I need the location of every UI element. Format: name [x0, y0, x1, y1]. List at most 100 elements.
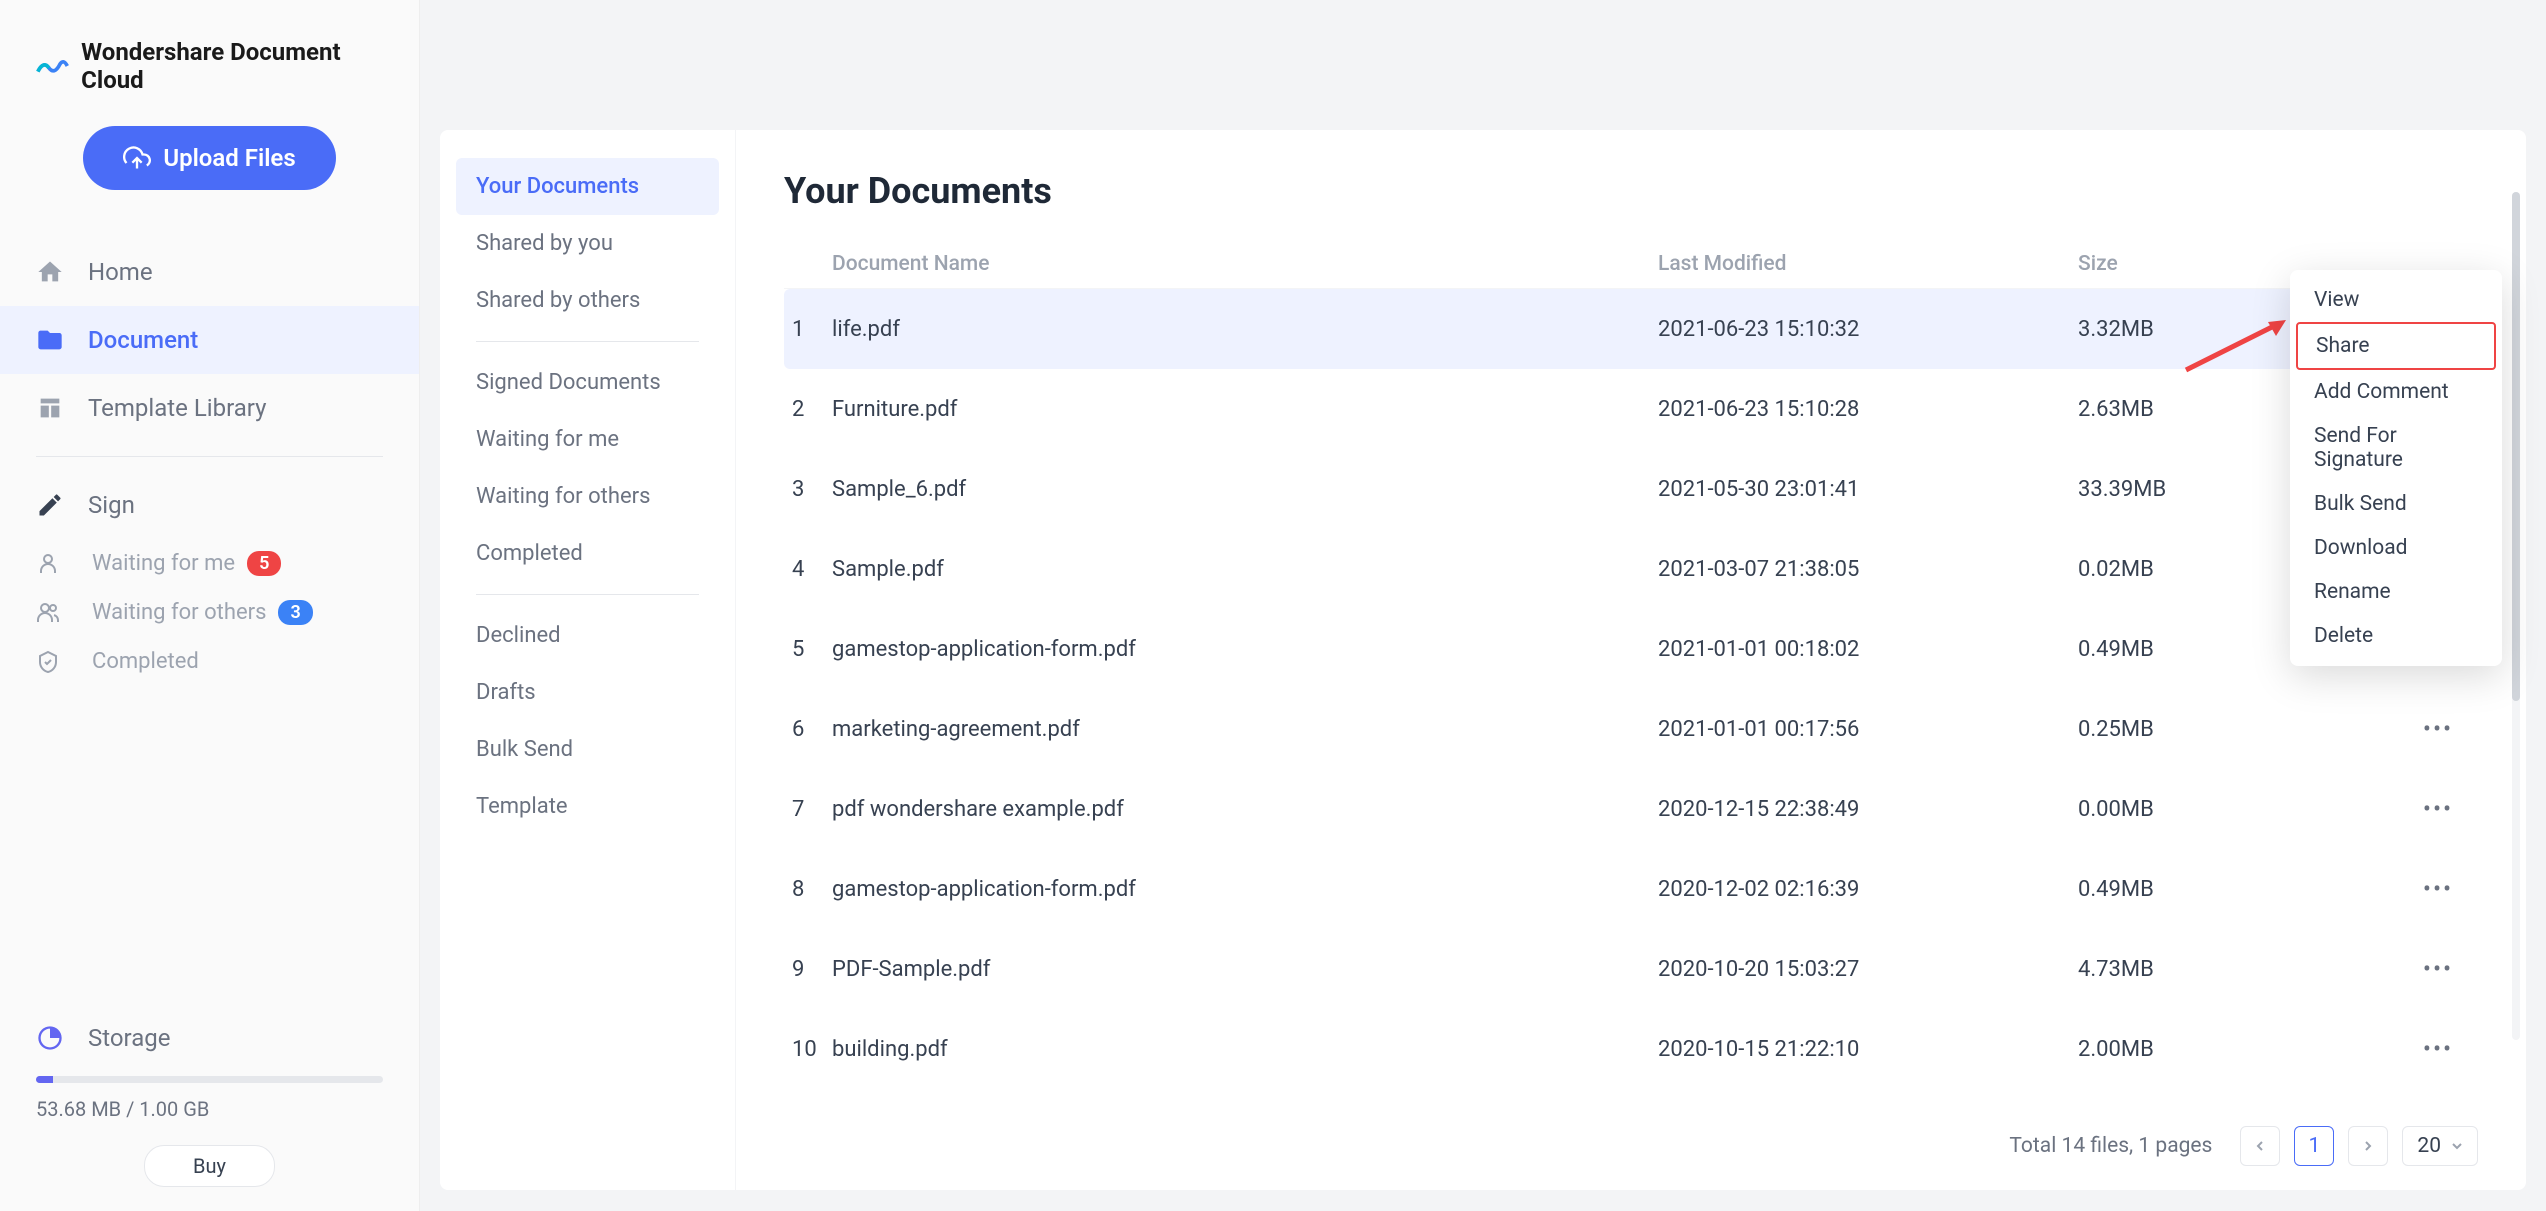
row-index: 4	[784, 557, 832, 582]
row-modified: 2020-10-20 15:03:27	[1658, 957, 2078, 982]
sec-signed-documents[interactable]: Signed Documents	[456, 354, 719, 411]
sec-your-documents[interactable]: Your Documents	[456, 158, 719, 215]
row-index: 1	[784, 317, 832, 342]
table-row[interactable]: 5gamestop-application-form.pdf2021-01-01…	[784, 609, 2478, 689]
row-name: pdf wondershare example.pdf	[832, 797, 1658, 822]
table-header: Document Name Last Modified Size	[784, 240, 2478, 289]
nav-document[interactable]: Document	[0, 306, 419, 374]
chevron-right-icon	[2362, 1140, 2374, 1152]
scrollbar-thumb[interactable]	[2512, 192, 2520, 701]
col-document-name[interactable]: Document Name	[832, 252, 1658, 276]
sec-completed[interactable]: Completed	[456, 525, 719, 582]
nav-home[interactable]: Home	[0, 238, 419, 306]
nav-template-library[interactable]: Template Library	[0, 374, 419, 442]
row-size: 2.00MB	[2078, 1037, 2398, 1062]
row-modified: 2020-12-02 02:16:39	[1658, 877, 2078, 902]
table-row[interactable]: 2Furniture.pdf2021-06-23 15:10:282.63MB•…	[784, 369, 2478, 449]
nav-completed[interactable]: Completed	[0, 637, 419, 686]
sec-waiting-for-me[interactable]: Waiting for me	[456, 411, 719, 468]
nav-waiting-for-others[interactable]: Waiting for others 3	[0, 588, 419, 637]
sec-shared-by-others[interactable]: Shared by others	[456, 272, 719, 329]
row-name: Sample_6.pdf	[832, 477, 1658, 502]
table-row[interactable]: 9PDF-Sample.pdf2020-10-20 15:03:274.73MB…	[784, 929, 2478, 1009]
row-index: 3	[784, 477, 832, 502]
ctx-rename[interactable]: Rename	[2296, 570, 2496, 614]
ctx-add-comment[interactable]: Add Comment	[2296, 370, 2496, 414]
table-row[interactable]: 10building.pdf2020-10-15 21:22:102.00MB•…	[784, 1009, 2478, 1089]
storage-usage-text: 53.68 MB / 1.00 GB	[36, 1097, 383, 1121]
ctx-download[interactable]: Download	[2296, 526, 2496, 570]
sec-shared-by-you[interactable]: Shared by you	[456, 215, 719, 272]
row-index: 5	[784, 637, 832, 662]
row-name: gamestop-application-form.pdf	[832, 877, 1658, 902]
buy-button[interactable]: Buy	[144, 1145, 275, 1187]
more-actions-button[interactable]: •••	[2423, 1035, 2453, 1063]
more-actions-button[interactable]: •••	[2423, 955, 2453, 983]
sec-divider	[476, 594, 699, 595]
upload-files-button[interactable]: Upload Files	[83, 126, 335, 190]
sec-waiting-for-others[interactable]: Waiting for others	[456, 468, 719, 525]
template-icon	[36, 394, 64, 422]
row-index: 10	[784, 1037, 832, 1062]
table-row[interactable]: 8gamestop-application-form.pdf2020-12-02…	[784, 849, 2478, 929]
page-size-select[interactable]: 20	[2402, 1126, 2478, 1166]
page-title: Your Documents	[784, 170, 2478, 212]
secondary-sidebar: Your Documents Shared by you Shared by o…	[440, 130, 736, 1190]
pagination: Total 14 files, 1 pages 1 20	[2009, 1126, 2478, 1166]
sec-template[interactable]: Template	[456, 778, 719, 835]
ctx-share[interactable]: Share	[2296, 322, 2496, 370]
pie-chart-icon	[36, 1024, 64, 1052]
col-last-modified[interactable]: Last Modified	[1658, 252, 2078, 276]
content-card: Your Documents Shared by you Shared by o…	[440, 130, 2526, 1190]
row-size: 0.25MB	[2078, 717, 2398, 742]
more-actions-button[interactable]: •••	[2423, 715, 2453, 743]
row-name: life.pdf	[832, 317, 1658, 342]
brand[interactable]: Wondershare Document Cloud	[0, 24, 419, 126]
storage-section: Storage 53.68 MB / 1.00 GB Buy	[0, 1024, 419, 1187]
storage-bar	[36, 1076, 383, 1083]
row-index: 7	[784, 797, 832, 822]
home-icon	[36, 258, 64, 286]
pagination-summary: Total 14 files, 1 pages	[2009, 1134, 2212, 1158]
ctx-send-for-signature[interactable]: Send For Signature	[2296, 414, 2496, 482]
row-index: 9	[784, 957, 832, 982]
page-prev-button[interactable]	[2240, 1126, 2280, 1166]
sec-declined[interactable]: Declined	[456, 607, 719, 664]
more-actions-button[interactable]: •••	[2423, 875, 2453, 903]
table-row[interactable]: 6marketing-agreement.pdf2021-01-01 00:17…	[784, 689, 2478, 769]
table-row[interactable]: 4Sample.pdf2021-03-07 21:38:050.02MB•••	[784, 529, 2478, 609]
row-modified: 2021-01-01 00:18:02	[1658, 637, 2078, 662]
row-name: Sample.pdf	[832, 557, 1658, 582]
nav-sign[interactable]: Sign	[0, 471, 419, 539]
main-area: Your Documents Shared by you Shared by o…	[420, 0, 2546, 1211]
sec-drafts[interactable]: Drafts	[456, 664, 719, 721]
chevron-down-icon	[2451, 1140, 2463, 1152]
row-size: 0.00MB	[2078, 797, 2398, 822]
folder-icon	[36, 326, 64, 354]
scrollbar[interactable]	[2512, 192, 2520, 1040]
chevron-left-icon	[2254, 1140, 2266, 1152]
annotation-arrow-icon	[2176, 310, 2296, 380]
shield-check-icon	[36, 650, 60, 674]
row-modified: 2021-05-30 23:01:41	[1658, 477, 2078, 502]
row-modified: 2021-06-23 15:10:32	[1658, 317, 2078, 342]
cloud-upload-icon	[123, 144, 151, 172]
upload-label: Upload Files	[163, 144, 295, 172]
ctx-bulk-send[interactable]: Bulk Send	[2296, 482, 2496, 526]
row-modified: 2020-10-15 21:22:10	[1658, 1037, 2078, 1062]
page-next-button[interactable]	[2348, 1126, 2388, 1166]
document-area: Your Documents Document Name Last Modifi…	[736, 130, 2526, 1190]
row-index: 8	[784, 877, 832, 902]
storage-fill	[36, 1076, 53, 1083]
table-row[interactable]: 7pdf wondershare example.pdf2020-12-15 2…	[784, 769, 2478, 849]
row-modified: 2021-06-23 15:10:28	[1658, 397, 2078, 422]
table-row[interactable]: 3Sample_6.pdf2021-05-30 23:01:4133.39MB•…	[784, 449, 2478, 529]
page-1-button[interactable]: 1	[2294, 1126, 2334, 1166]
row-size: 4.73MB	[2078, 957, 2398, 982]
row-index: 2	[784, 397, 832, 422]
sec-bulk-send[interactable]: Bulk Send	[456, 721, 719, 778]
ctx-delete[interactable]: Delete	[2296, 614, 2496, 658]
ctx-view[interactable]: View	[2296, 278, 2496, 322]
more-actions-button[interactable]: •••	[2423, 795, 2453, 823]
nav-waiting-for-me[interactable]: Waiting for me 5	[0, 539, 419, 588]
